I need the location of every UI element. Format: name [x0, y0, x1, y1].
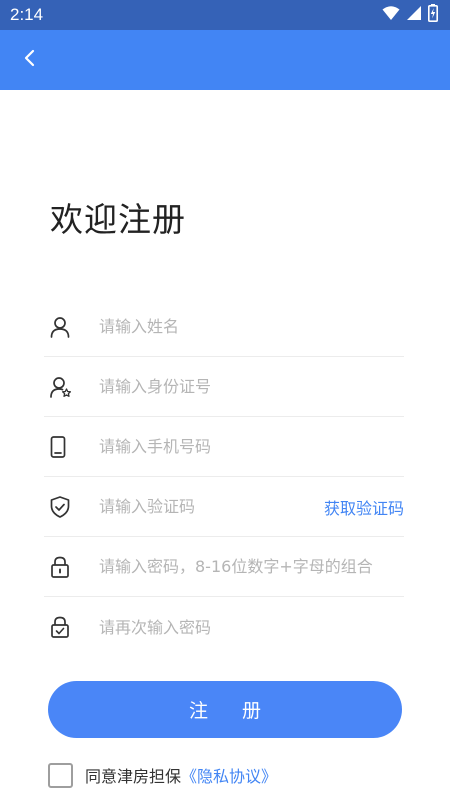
name-row: [44, 297, 404, 357]
register-button[interactable]: 注 册: [48, 681, 402, 738]
verification-code-input[interactable]: [99, 497, 324, 516]
page-title: 欢迎注册: [50, 200, 186, 239]
lock-icon: [50, 555, 84, 579]
user-icon: [50, 315, 84, 339]
get-code-button[interactable]: 获取验证码: [324, 495, 404, 519]
app-bar: [0, 30, 450, 90]
agree-checkbox[interactable]: [48, 762, 73, 788]
shield-check-icon: [50, 495, 84, 519]
password-input[interactable]: [99, 557, 404, 576]
lock-check-icon: [50, 615, 84, 639]
registration-form: 获取验证码: [28, 295, 422, 655]
status-time: 2:14: [10, 5, 44, 24]
confirm-password-input[interactable]: [99, 617, 404, 637]
verification-code-row: 获取验证码: [44, 477, 404, 537]
id-number-row: [44, 357, 404, 417]
phone-icon: [50, 435, 84, 459]
confirm-password-row: [44, 597, 404, 657]
name-input[interactable]: [99, 317, 404, 336]
agreement-text: 同意津房担保: [85, 767, 182, 786]
battery-charging-icon: [428, 4, 438, 26]
password-row: [44, 537, 404, 597]
phone-input[interactable]: [99, 437, 404, 456]
signal-icon: [406, 5, 422, 25]
status-bar: 2:14: [0, 0, 450, 30]
back-button[interactable]: [0, 30, 60, 90]
privacy-agreement-link[interactable]: 《隐私协议》: [181, 763, 277, 787]
agreement-row: 同意津房担保 《隐私协议》: [48, 761, 277, 789]
user-id-icon: [50, 375, 84, 399]
chevron-left-icon: [23, 48, 37, 72]
phone-row: [44, 417, 404, 477]
status-icons: [382, 4, 438, 26]
wifi-icon: [382, 5, 400, 25]
id-number-input[interactable]: [99, 377, 404, 396]
